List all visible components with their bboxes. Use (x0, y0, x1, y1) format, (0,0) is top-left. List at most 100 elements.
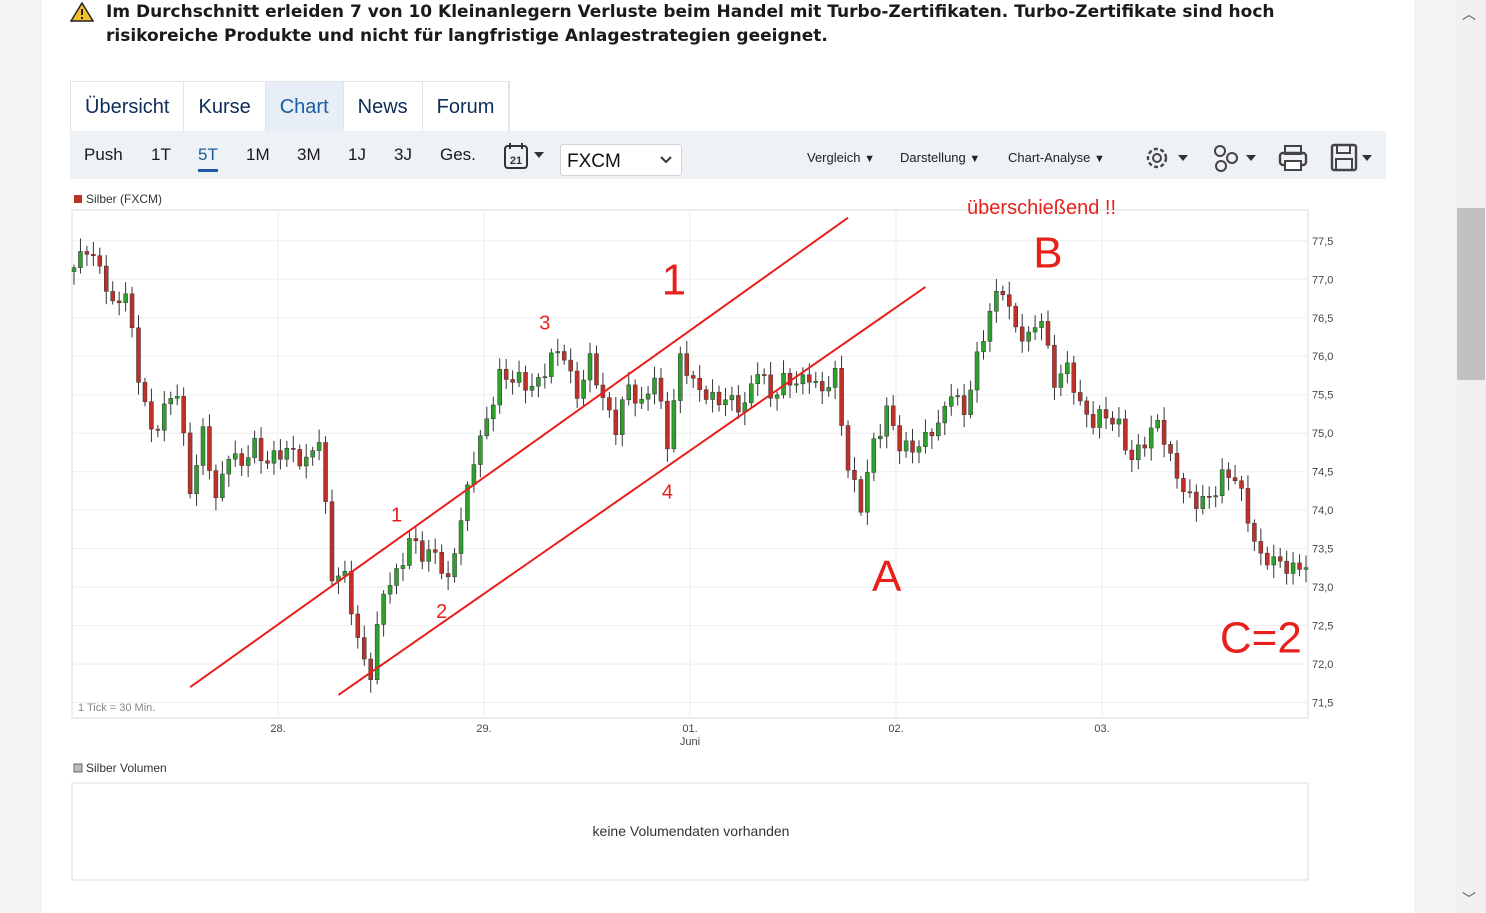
candle-body (1194, 491, 1199, 509)
candle-body (1129, 449, 1135, 460)
candle-body (1136, 444, 1141, 460)
wave-annotation: 3 (539, 312, 550, 334)
candle-body (1052, 344, 1057, 388)
y-axis: 77,5 77,0 76,5 76,0 75,5 75,0 74,5 74,0 73,5 73,0… (1312, 236, 1333, 710)
candle-body (516, 372, 522, 383)
candle-body (252, 438, 257, 458)
candle-body (1187, 491, 1193, 494)
x-tick-label: 29. (476, 723, 491, 735)
candle-body (561, 351, 567, 361)
candle-body (671, 400, 677, 450)
candle-body (826, 387, 831, 392)
candle-body (278, 450, 283, 460)
candle-body (845, 425, 851, 471)
price-chart: Silber (FXCM) 77,5 77,0 76,5 76,0 75,5 75,0 74… (71, 192, 1333, 881)
candle-body (968, 389, 973, 415)
candle-body (458, 520, 464, 554)
candle-body (329, 501, 335, 582)
candle-body (684, 353, 690, 376)
candle-body (1258, 541, 1264, 554)
candle-body (162, 403, 167, 431)
candle-body (697, 378, 702, 390)
candle-body (1226, 469, 1231, 478)
candle-body (1103, 409, 1109, 419)
candle-body (749, 383, 754, 404)
candle-body (910, 440, 915, 453)
volume-legend-label: Silber Volumen (86, 761, 167, 775)
candle-body (181, 396, 186, 434)
candle-body (187, 432, 193, 494)
x-tick-label: 01. (682, 723, 697, 735)
candle-body (607, 397, 612, 411)
candle-body (658, 377, 664, 402)
candle-body (1303, 567, 1309, 570)
candle-body (200, 426, 206, 466)
candle-body (981, 341, 986, 353)
candle-body (839, 368, 844, 426)
scroll-up-icon[interactable]: ︿ (1462, 4, 1476, 24)
candle-body (587, 353, 593, 381)
x-tick-sublabel: Juni (680, 736, 700, 748)
candle-body (291, 448, 296, 450)
candle-body (1071, 362, 1077, 393)
y-tick-label: 72,5 (1312, 621, 1333, 633)
candle-body (626, 384, 631, 401)
candle-body (1084, 400, 1089, 415)
legend-label: Silber (FXCM) (86, 192, 162, 206)
candle-body (297, 449, 303, 467)
candle-body (1219, 469, 1225, 496)
candle-body (471, 464, 477, 486)
candle-body (220, 473, 225, 499)
candle-body (233, 453, 238, 460)
y-tick-label: 72,0 (1312, 659, 1333, 671)
candle-body (368, 658, 373, 680)
candle-body (129, 293, 135, 329)
candle-body (1290, 562, 1296, 574)
candle-body (265, 460, 270, 464)
candle-body (574, 370, 580, 399)
candle-body (852, 469, 857, 480)
scrollbar-thumb[interactable] (1457, 208, 1485, 380)
y-tick-label: 71,5 (1312, 698, 1333, 710)
candle-body (1213, 495, 1218, 498)
candle-body (142, 382, 148, 402)
candle-body (78, 251, 83, 268)
candle-body (432, 549, 438, 553)
y-tick-label: 75,0 (1312, 428, 1333, 440)
candle-body (1026, 331, 1031, 342)
candle-body (929, 431, 935, 437)
candle-body (936, 422, 941, 437)
scrollbar-track[interactable] (1455, 0, 1486, 913)
candle-body (955, 395, 960, 398)
y-tick-label: 74,5 (1312, 467, 1333, 479)
candle-body (903, 440, 909, 452)
candle-body (420, 540, 425, 562)
candle-body (97, 255, 103, 267)
candle-body (123, 293, 128, 304)
candle-body (136, 327, 141, 383)
candle-body (1148, 427, 1154, 449)
candle-body (413, 538, 419, 542)
candle-body (452, 553, 457, 578)
candle-body (729, 395, 735, 401)
candle-body (1065, 362, 1070, 374)
candle-body (1271, 556, 1276, 566)
candle-body (503, 369, 509, 380)
candle-body (1045, 321, 1051, 346)
scroll-down-icon[interactable]: ﹀ (1462, 889, 1476, 909)
candle-body (349, 571, 354, 615)
candle-body (761, 374, 767, 376)
candle-body (1000, 291, 1006, 295)
candle-body (104, 265, 109, 292)
candle-body (987, 310, 993, 342)
candle-body (497, 369, 502, 406)
candle-body (1077, 392, 1083, 402)
volume-message: keine Volumendaten vorhanden (593, 823, 790, 839)
candle-body (819, 381, 825, 392)
candle-body (878, 435, 883, 440)
candle-body (1265, 552, 1270, 566)
candle-body (355, 613, 361, 638)
y-tick-label: 77,5 (1312, 236, 1333, 248)
candle-body (1161, 419, 1167, 445)
candle-body (1110, 417, 1115, 425)
